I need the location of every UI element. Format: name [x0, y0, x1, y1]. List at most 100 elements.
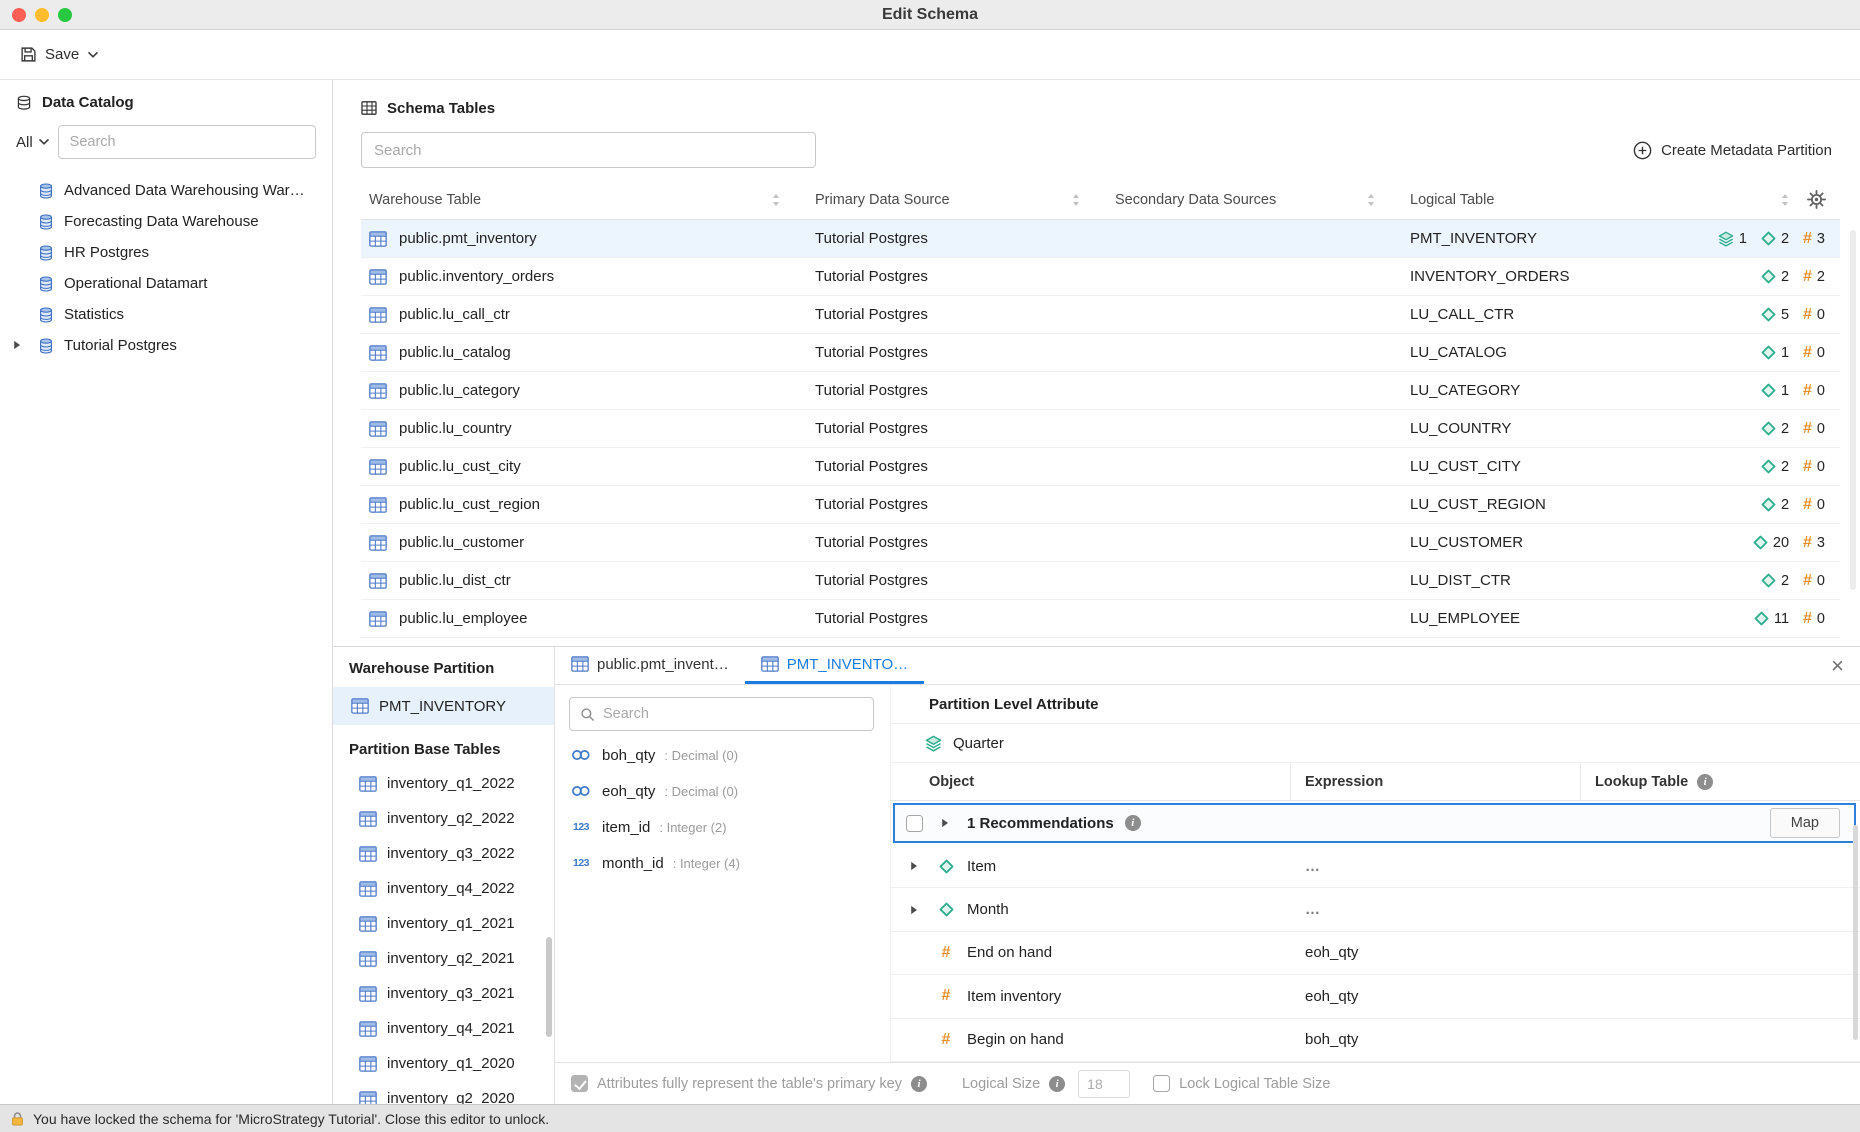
recommendations-checkbox[interactable]	[906, 815, 923, 832]
sort-icon[interactable]	[1780, 193, 1790, 207]
base-table-item[interactable]: inventory_q2_2020	[333, 1081, 554, 1104]
warehouse-table-name: public.lu_dist_ctr	[399, 572, 511, 589]
logical-table-name: INVENTORY_ORDERS	[1396, 268, 1630, 285]
minimize-window-button[interactable]	[35, 8, 49, 22]
table-row[interactable]: public.lu_employee Tutorial Postgres LU_…	[361, 600, 1840, 638]
table-icon	[369, 421, 387, 437]
column-list-item[interactable]: 123 month_id: Integer (4)	[569, 845, 874, 881]
fact-count: 0	[1817, 307, 1825, 323]
create-metadata-partition-button[interactable]: Create Metadata Partition	[1633, 141, 1832, 160]
base-table-item[interactable]: inventory_q2_2021	[333, 941, 554, 976]
table-row[interactable]: public.lu_catalog Tutorial Postgres LU_C…	[361, 334, 1840, 372]
close-window-button[interactable]	[12, 8, 26, 22]
table-row[interactable]: public.lu_customer Tutorial Postgres LU_…	[361, 524, 1840, 562]
fact-count: 0	[1817, 459, 1825, 475]
sort-icon[interactable]	[1071, 193, 1081, 207]
sidebar-item-database[interactable]: Statistics	[0, 299, 332, 330]
attribute-icon	[939, 859, 954, 874]
sidebar-item-database[interactable]: HR Postgres	[0, 237, 332, 268]
object-counts: 1 #0	[1630, 383, 1840, 399]
base-table-item[interactable]: inventory_q3_2021	[333, 976, 554, 1011]
sidebar-item-database[interactable]: Forecasting Data Warehouse	[0, 206, 332, 237]
catalog-icon	[16, 95, 32, 111]
column-list-item[interactable]: boh_qty: Decimal (0)	[569, 737, 874, 773]
table-row[interactable]: public.lu_call_ctr Tutorial Postgres LU_…	[361, 296, 1840, 334]
save-button[interactable]: Save	[0, 46, 99, 63]
sidebar-item-database[interactable]: Advanced Data Warehousing War…	[0, 175, 332, 206]
save-icon	[20, 46, 37, 63]
object-row[interactable]: Item …	[891, 845, 1860, 888]
info-icon[interactable]: i	[1125, 815, 1141, 831]
info-icon[interactable]: i	[911, 1076, 927, 1092]
table-row[interactable]: public.lu_cust_city Tutorial Postgres LU…	[361, 448, 1840, 486]
table-icon	[369, 611, 387, 627]
partition-attribute-quarter[interactable]: Quarter	[891, 724, 1860, 763]
expand-arrow-icon[interactable]	[934, 818, 956, 828]
catalog-search-input[interactable]	[58, 125, 316, 159]
column-list-item[interactable]: eoh_qty: Decimal (0)	[569, 773, 874, 809]
tab-warehouse-table[interactable]: public.pmt_invent…	[555, 647, 745, 684]
object-counts: 1 2 #3	[1630, 231, 1840, 247]
expand-arrow-icon[interactable]	[903, 861, 925, 871]
warehouse-table-name: public.lu_catalog	[399, 344, 511, 361]
table-icon	[359, 846, 377, 862]
schema-tables-toolbar: Create Metadata Partition	[333, 122, 1860, 180]
table-icon	[359, 811, 377, 827]
column-list-item[interactable]: 123 item_id: Integer (2)	[569, 809, 874, 845]
sort-icon[interactable]	[1366, 193, 1376, 207]
base-table-item[interactable]: inventory_q1_2021	[333, 906, 554, 941]
object-counts: 11 #0	[1630, 611, 1840, 627]
scrollbar[interactable]	[546, 937, 552, 1037]
expand-arrow-icon[interactable]	[903, 905, 925, 915]
gear-icon[interactable]	[1807, 190, 1826, 209]
table-row[interactable]: public.lu_country Tutorial Postgres LU_C…	[361, 410, 1840, 448]
base-table-item[interactable]: inventory_q1_2022	[333, 766, 554, 801]
object-expression: eoh_qty	[1291, 944, 1581, 961]
catalog-filter-dropdown[interactable]: All	[16, 134, 50, 151]
schema-tables-search-input[interactable]	[361, 132, 816, 168]
warehouse-table-name: public.inventory_orders	[399, 268, 554, 285]
fact-count: 0	[1817, 573, 1825, 589]
table-row[interactable]: public.lu_cust_region Tutorial Postgres …	[361, 486, 1840, 524]
sidebar-item-tutorial-postgres[interactable]: Tutorial Postgres	[0, 330, 332, 361]
sort-icon[interactable]	[771, 193, 781, 207]
close-editor-button[interactable]: ×	[1831, 655, 1844, 677]
map-button[interactable]: Map	[1770, 808, 1840, 838]
base-table-item[interactable]: inventory_q4_2021	[333, 1011, 554, 1046]
object-counts: 2 #2	[1630, 269, 1840, 285]
recommendations-row[interactable]: 1 Recommendations i Map	[893, 803, 1856, 843]
base-table-item[interactable]: inventory_q3_2022	[333, 836, 554, 871]
lock-logical-size-checkbox[interactable]	[1153, 1075, 1170, 1092]
primary-key-checkbox[interactable]	[571, 1075, 588, 1092]
table-row[interactable]: public.inventory_orders Tutorial Postgre…	[361, 258, 1840, 296]
table-icon	[351, 698, 369, 714]
object-row[interactable]: Month …	[891, 888, 1860, 931]
object-row[interactable]: # Item inventory eoh_qty	[891, 975, 1860, 1018]
primary-data-source: Tutorial Postgres	[801, 458, 1101, 475]
attribute-icon	[1761, 345, 1776, 360]
warehouse-partition-title: Warehouse Partition	[333, 660, 554, 687]
sidebar-item-database[interactable]: Operational Datamart	[0, 268, 332, 299]
scrollbar[interactable]	[1850, 230, 1856, 590]
status-message: You have locked the schema for 'MicroStr…	[33, 1111, 549, 1127]
base-table-item[interactable]: inventory_q2_2022	[333, 801, 554, 836]
info-icon[interactable]: i	[1697, 774, 1713, 790]
info-icon[interactable]: i	[1049, 1076, 1065, 1092]
table-row[interactable]: public.pmt_inventory Tutorial Postgres P…	[361, 220, 1840, 258]
expand-arrow-icon[interactable]	[13, 340, 21, 350]
zoom-window-button[interactable]	[58, 8, 72, 22]
partition-item-selected[interactable]: PMT_INVENTORY	[333, 687, 554, 725]
columns-search-input[interactable]	[603, 706, 863, 722]
logical-size-input[interactable]	[1078, 1070, 1130, 1098]
scrollbar[interactable]	[1853, 825, 1858, 1040]
warehouse-table-name: public.lu_customer	[399, 534, 524, 551]
table-row[interactable]: public.lu_category Tutorial Postgres LU_…	[361, 372, 1840, 410]
object-row[interactable]: # End on hand eoh_qty	[891, 932, 1860, 975]
table-row[interactable]: public.lu_dist_ctr Tutorial Postgres LU_…	[361, 562, 1840, 600]
primary-data-source: Tutorial Postgres	[801, 306, 1101, 323]
object-row[interactable]: # Begin on hand boh_qty	[891, 1019, 1860, 1062]
table-icon	[359, 776, 377, 792]
base-table-item[interactable]: inventory_q1_2020	[333, 1046, 554, 1081]
base-table-item[interactable]: inventory_q4_2022	[333, 871, 554, 906]
tab-logical-table[interactable]: PMT_INVENTO…	[745, 647, 924, 684]
